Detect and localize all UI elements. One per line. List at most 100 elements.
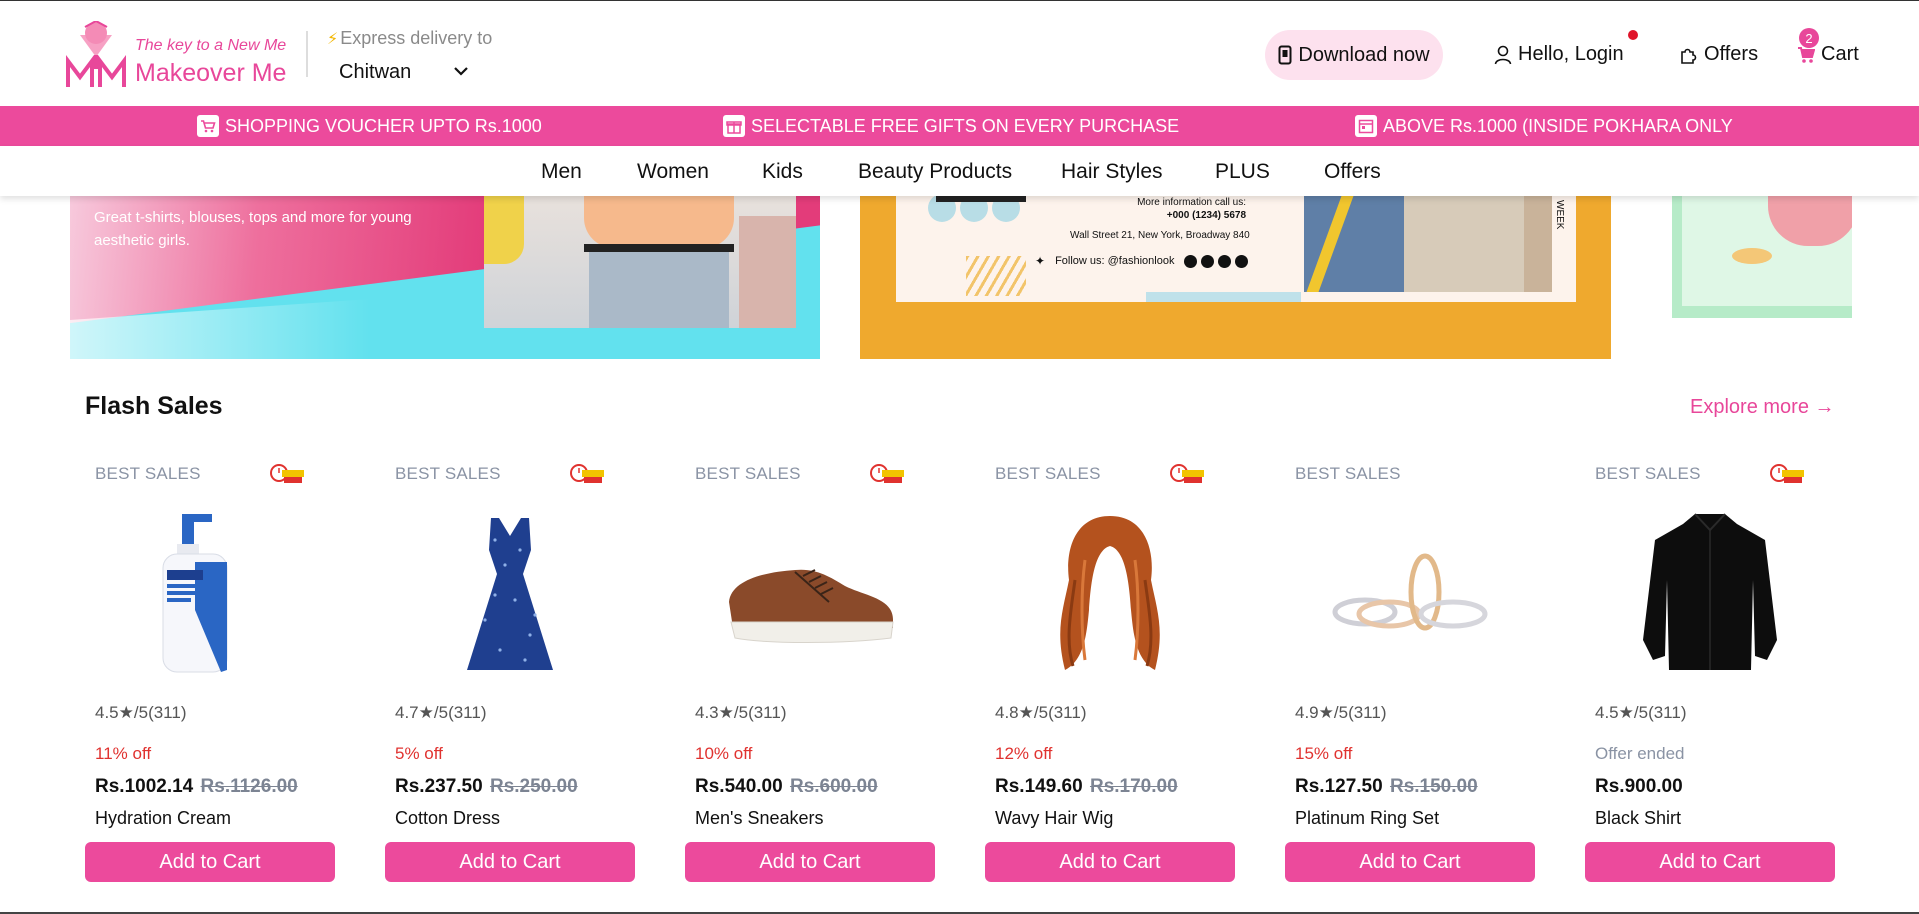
brand-name[interactable]: Makeover Me	[135, 59, 286, 88]
product-name[interactable]: Wavy Hair Wig	[995, 808, 1113, 829]
rating-value: 4.5	[95, 703, 119, 722]
best-sales-tag: BEST SALES	[95, 464, 201, 483]
banner-fashion-week[interactable]: More information call us: +000 (1234) 56…	[860, 196, 1611, 359]
puzzle-icon	[1681, 48, 1697, 64]
follow-text: Follow us: @fashionlook	[1055, 255, 1175, 267]
product-rating: 4.7★/5(311)	[395, 703, 487, 723]
banner-card: More information call us: +000 (1234) 56…	[896, 196, 1576, 302]
product-image-rings	[1332, 553, 1488, 631]
add-to-cart-button[interactable]: Add to Cart	[985, 842, 1235, 882]
contact-label: More information call us:	[1137, 197, 1246, 208]
lightning-icon: ⚡	[327, 31, 339, 48]
product-image-shirt	[1643, 513, 1777, 670]
promo-item-voucher: SHOPPING VOUCHER UPTO Rs.1000	[197, 115, 542, 137]
rating-value: 4.3	[695, 703, 719, 722]
chevron-down-icon[interactable]	[452, 64, 470, 78]
nav-item-kids[interactable]: Kids	[762, 160, 803, 184]
rating-value: 4.5	[1595, 703, 1619, 722]
notification-dot	[1628, 30, 1638, 40]
original-price: Rs.170.00	[1089, 776, 1178, 797]
product-rating: 4.8★/5(311)	[995, 703, 1087, 723]
download-app-button[interactable]: Download now	[1265, 30, 1443, 80]
banner-fruit[interactable]	[1672, 196, 1852, 318]
rating-count: /5(311)	[433, 703, 487, 722]
add-to-cart-button[interactable]: Add to Cart	[385, 842, 635, 882]
star-icon: ★	[1018, 703, 1034, 722]
promo-text: SHOPPING VOUCHER UPTO Rs.1000	[225, 115, 542, 136]
rating-value: 4.8	[995, 703, 1019, 722]
bag-shape	[484, 196, 524, 264]
express-delivery-text: Express delivery to	[340, 28, 493, 48]
product-price: Rs.127.50 Rs.150.00	[1295, 776, 1478, 798]
decorative-circles	[928, 196, 1026, 222]
nav-item-offers[interactable]: Offers	[1324, 160, 1381, 184]
nav-item-beauty-products[interactable]: Beauty Products	[858, 160, 1012, 184]
product-price: Rs.1002.14 Rs.1126.00	[95, 776, 298, 798]
product-name[interactable]: Hydration Cream	[95, 808, 231, 829]
star-icon: ★	[1318, 703, 1334, 722]
add-to-cart-button[interactable]: Add to Cart	[1585, 842, 1835, 882]
product-name[interactable]: Platinum Ring Set	[1295, 808, 1439, 829]
rating-value: 4.7	[395, 703, 419, 722]
product-price: Rs.540.00 Rs.600.00	[695, 776, 878, 798]
delivery-city-select[interactable]: Chitwan	[339, 61, 411, 84]
star-icon: ★	[418, 703, 434, 722]
current-price: Rs.540.00	[695, 776, 783, 797]
product-card[interactable]: BEST SALES 4.5★/5(311) 11% off Rs.1002.1…	[85, 455, 335, 885]
star-icon: ★	[718, 703, 734, 722]
twitter-icon	[1218, 254, 1232, 268]
add-to-cart-button[interactable]: Add to Cart	[685, 842, 935, 882]
product-card[interactable]: BEST SALES 4.3★/5(311) 10% off Rs.540.00…	[685, 455, 935, 885]
promo-text: SELECTABLE FREE GIFTS ON EVERY PURCHASE	[751, 115, 1180, 136]
banner-model-photo	[1304, 196, 1552, 292]
original-price: Rs.1126.00	[200, 776, 298, 797]
product-image-sneaker	[729, 569, 894, 643]
nav-item-plus[interactable]: PLUS	[1215, 160, 1270, 184]
calendar-icon	[1355, 115, 1377, 137]
add-to-cart-button[interactable]: Add to Cart	[85, 842, 335, 882]
nav-item-women[interactable]: Women	[637, 160, 709, 184]
banner-follow: ✦ Follow us: @fashionlook	[1035, 254, 1249, 268]
original-price: Rs.150.00	[1389, 776, 1478, 797]
rating-count: /5(311)	[133, 703, 187, 722]
discount-label: Offer ended	[1595, 744, 1685, 763]
header-divider	[306, 31, 308, 77]
banner-address: Wall Street 21, New York, Broadway 840	[1070, 230, 1250, 241]
cart-icon	[1798, 46, 1815, 63]
offers-link[interactable]: Offers	[1678, 43, 1758, 66]
brand-logo[interactable]	[66, 21, 126, 91]
banner-photo	[484, 196, 796, 328]
product-name[interactable]: Black Shirt	[1595, 808, 1681, 829]
leaf-shape	[1732, 248, 1772, 264]
product-card[interactable]: BEST SALES 4.9★/5(311) 15% off Rs.127.50…	[1285, 455, 1535, 885]
nav-item-hair-styles[interactable]: Hair Styles	[1061, 160, 1163, 184]
product-name[interactable]: Cotton Dress	[395, 808, 500, 829]
express-delivery-icon	[1770, 464, 1804, 483]
login-link[interactable]: Hello, Login	[1494, 43, 1624, 66]
banner-text: Great t-shirts, blouses, tops and more f…	[94, 209, 412, 249]
discount-label: 12% off	[995, 744, 1053, 763]
current-price: Rs.1002.14	[95, 776, 194, 797]
best-sales-tag: BEST SALES	[995, 464, 1101, 483]
product-card[interactable]: BEST SALES 4.8★/5(311) 12% off Rs.149.60…	[985, 455, 1235, 885]
best-sales-tag: BEST SALES	[1295, 464, 1401, 483]
nav-item-men[interactable]: Men	[541, 160, 582, 184]
decorative-stripes	[966, 256, 1026, 296]
product-name[interactable]: Men's Sneakers	[695, 808, 824, 829]
discount-label: 15% off	[1295, 744, 1353, 763]
current-price: Rs.237.50	[395, 776, 483, 797]
original-price: Rs.600.00	[789, 776, 878, 797]
banner-womens-tops[interactable]: Great t-shirts, blouses, tops and more f…	[70, 196, 820, 359]
sparkle-icon: ✦	[1035, 254, 1046, 268]
product-card[interactable]: BEST SALES 4.7★/5(311) 5% off Rs.237.50 …	[385, 455, 635, 885]
add-to-cart-button[interactable]: Add to Cart	[1285, 842, 1535, 882]
product-price: Rs.237.50 Rs.250.00	[395, 776, 578, 798]
brand-tagline: The key to a New Me	[135, 37, 287, 54]
current-price: Rs.127.50	[1295, 776, 1383, 797]
instagram-icon	[1184, 254, 1198, 268]
product-card[interactable]: BEST SALES 4.5★/5(311) Offer ended Rs.90…	[1585, 455, 1835, 885]
section-title: Flash Sales	[85, 392, 223, 420]
decorative-strip	[1146, 292, 1301, 302]
express-delivery-label: ⚡ Express delivery to	[327, 28, 492, 49]
explore-more-link[interactable]: Explore more →	[1690, 396, 1835, 419]
